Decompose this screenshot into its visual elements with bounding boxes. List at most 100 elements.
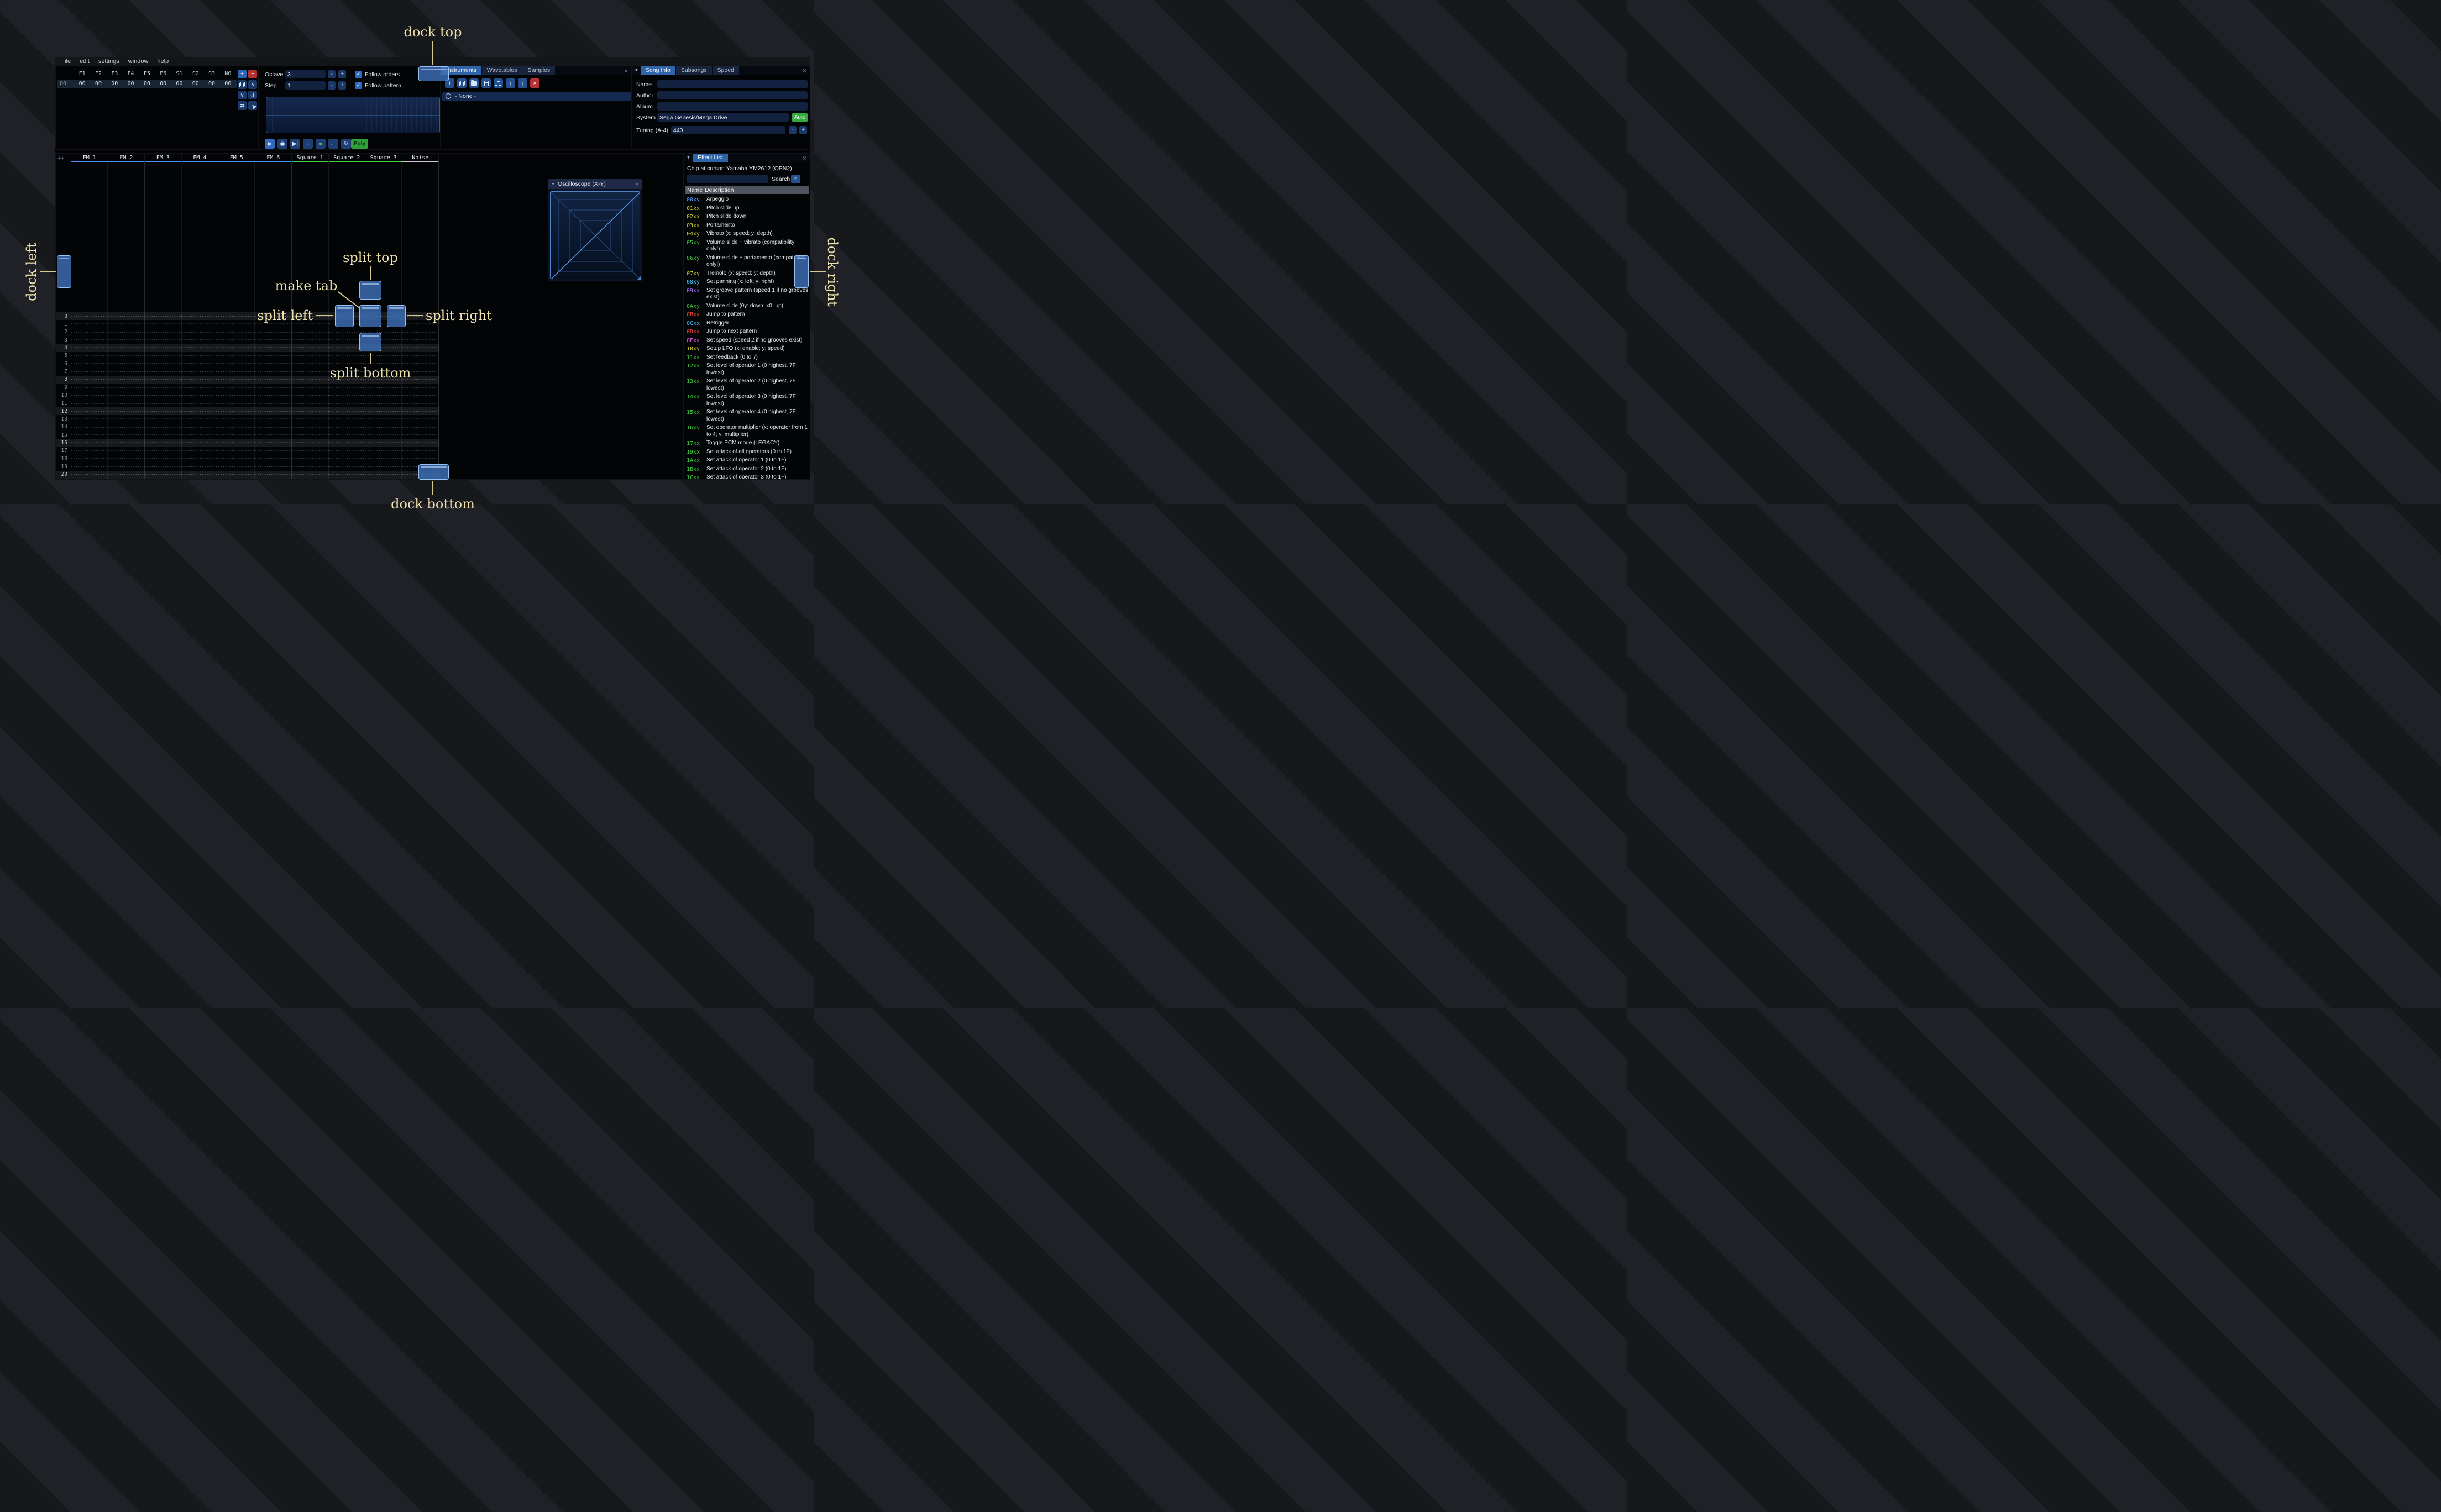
pattern-cell[interactable] <box>108 447 145 455</box>
pattern-cell[interactable] <box>181 470 218 479</box>
split-right-target[interactable] <box>387 305 406 327</box>
pattern-cell[interactable] <box>255 470 292 479</box>
pattern-cell[interactable] <box>328 431 365 439</box>
pattern-cell[interactable] <box>255 375 292 384</box>
order-cell[interactable]: 00 <box>155 81 171 87</box>
pattern-cell[interactable] <box>402 447 439 455</box>
pattern-cell[interactable] <box>108 328 145 336</box>
pattern-cell[interactable] <box>108 312 145 321</box>
effect-row[interactable]: 17xx Toggle PCM mode (LEGACY) <box>687 440 809 447</box>
pattern-cell[interactable] <box>145 431 182 439</box>
dock-bottom-target[interactable] <box>418 464 449 480</box>
order-duplicate-button[interactable] <box>238 80 247 89</box>
pattern-cell[interactable] <box>108 478 145 479</box>
tuning-minus-button[interactable]: - <box>789 126 797 134</box>
pattern-cell[interactable] <box>108 431 145 439</box>
close-icon[interactable]: × <box>624 67 628 74</box>
pattern-cell[interactable] <box>218 328 255 336</box>
pattern-cell[interactable] <box>328 391 365 400</box>
resize-grip[interactable] <box>637 276 641 280</box>
menu-edit[interactable]: edit <box>75 58 94 65</box>
octave-minus-button[interactable]: - <box>328 70 336 78</box>
step-down-button[interactable]: ↓ <box>303 139 313 149</box>
pattern-cell[interactable] <box>145 439 182 447</box>
pattern-cell[interactable] <box>255 391 292 400</box>
pattern-cell[interactable] <box>71 375 108 384</box>
pattern-cell[interactable] <box>365 407 402 416</box>
effect-row[interactable]: 0Dxx Jump to next pattern <box>687 328 809 335</box>
metronome-button[interactable]: ♩ <box>328 139 338 149</box>
pattern-cell[interactable] <box>145 312 182 321</box>
pattern-cell[interactable] <box>218 463 255 471</box>
play-button[interactable]: ▶ <box>265 139 275 149</box>
order-row[interactable]: 00 00 00 00 00 00 00 00 00 00 00 <box>57 80 237 88</box>
channel-header[interactable]: FM 3 <box>145 154 182 162</box>
order-move-down-button[interactable]: ∨ <box>238 91 247 99</box>
effect-row[interactable]: 19xx Set attack of all operators (0 to 1F… <box>687 449 809 456</box>
pattern-cell[interactable] <box>365 415 402 423</box>
effect-row[interactable]: 11xx Set feedback (0 to 7) <box>687 354 809 361</box>
pattern-cell[interactable] <box>328 383 365 392</box>
pattern-cell[interactable] <box>218 375 255 384</box>
pattern-cell[interactable] <box>145 478 182 479</box>
effect-row[interactable]: 14xx Set level of operator 3 (0 highest, … <box>687 393 809 407</box>
pattern-cell[interactable] <box>108 407 145 416</box>
pattern-cell[interactable] <box>71 359 108 368</box>
pattern-cell[interactable] <box>255 478 292 479</box>
pattern-cell[interactable] <box>402 351 439 360</box>
pattern-cell[interactable] <box>71 368 108 376</box>
pattern-cell[interactable] <box>255 368 292 376</box>
step-input[interactable]: 1 <box>285 81 326 90</box>
effect-row[interactable]: 08xy Set panning (x: left; y: right) <box>687 279 809 286</box>
pattern-cell[interactable] <box>328 463 365 471</box>
pattern-cell[interactable] <box>255 415 292 423</box>
instrument-move-down-button[interactable]: ↓ <box>518 78 527 88</box>
order-move-up-button[interactable]: ∧ <box>248 80 257 89</box>
pattern-cell[interactable] <box>71 478 108 479</box>
effect-row[interactable]: 02xx Pitch slide down <box>687 213 809 221</box>
pattern-cell[interactable] <box>365 423 402 431</box>
pattern-cell[interactable] <box>292 383 329 392</box>
pattern-cell[interactable] <box>255 399 292 407</box>
pattern-cell[interactable] <box>145 399 182 407</box>
pattern-cell[interactable] <box>402 415 439 423</box>
step-plus-button[interactable]: + <box>338 81 346 90</box>
effect-row[interactable]: 06xy Volume slide + portamento (compatibi… <box>687 255 809 269</box>
pattern-cell[interactable] <box>181 344 218 352</box>
order-cell[interactable]: 00 <box>74 81 90 87</box>
pattern-cell[interactable] <box>71 454 108 463</box>
pattern-cell[interactable] <box>181 312 218 321</box>
effect-row[interactable]: 07xy Tremolo (x: speed; y: depth) <box>687 270 809 277</box>
effect-row[interactable]: 05xy Volume slide + vibrato (compatibilit… <box>687 239 809 253</box>
pattern-cell[interactable] <box>108 439 145 447</box>
instrument-open-button[interactable] <box>469 78 479 88</box>
order-cell[interactable]: 00 <box>187 81 203 87</box>
pattern-cell[interactable] <box>181 439 218 447</box>
follow-orders-checkbox[interactable]: ✓ <box>355 71 362 78</box>
effect-row[interactable]: 12xx Set level of operator 1 (0 highest, … <box>687 363 809 376</box>
instrument-editor-button[interactable] <box>494 78 503 88</box>
collapse-icon[interactable]: ▼ <box>684 156 693 160</box>
order-cell[interactable]: 00 <box>139 81 155 87</box>
pattern-cell[interactable] <box>328 470 365 479</box>
make-tab-target[interactable] <box>359 305 381 327</box>
pattern-cell[interactable] <box>181 447 218 455</box>
effect-row[interactable]: 0Cxx Retrigger <box>687 320 809 327</box>
pattern-cell[interactable] <box>402 407 439 416</box>
pattern-cell[interactable] <box>255 328 292 336</box>
pattern-cell[interactable] <box>402 399 439 407</box>
pattern-cell[interactable] <box>108 423 145 431</box>
auto-system-button[interactable]: Auto <box>792 113 808 122</box>
pattern-cell[interactable] <box>292 328 329 336</box>
pattern-cell[interactable] <box>255 383 292 392</box>
octave-plus-button[interactable]: + <box>338 70 346 78</box>
pattern-cell[interactable] <box>71 423 108 431</box>
pattern-cell[interactable] <box>402 344 439 352</box>
pattern-cell[interactable] <box>181 375 218 384</box>
close-icon[interactable]: × <box>803 155 806 161</box>
pattern-cell[interactable] <box>218 344 255 352</box>
tab-subsongs[interactable]: Subsongs <box>675 66 712 75</box>
split-bottom-target[interactable] <box>359 333 381 351</box>
effect-row[interactable]: 1Cxx Set attack of operator 3 (0 to 1F) <box>687 474 809 479</box>
pattern-cell[interactable] <box>145 368 182 376</box>
